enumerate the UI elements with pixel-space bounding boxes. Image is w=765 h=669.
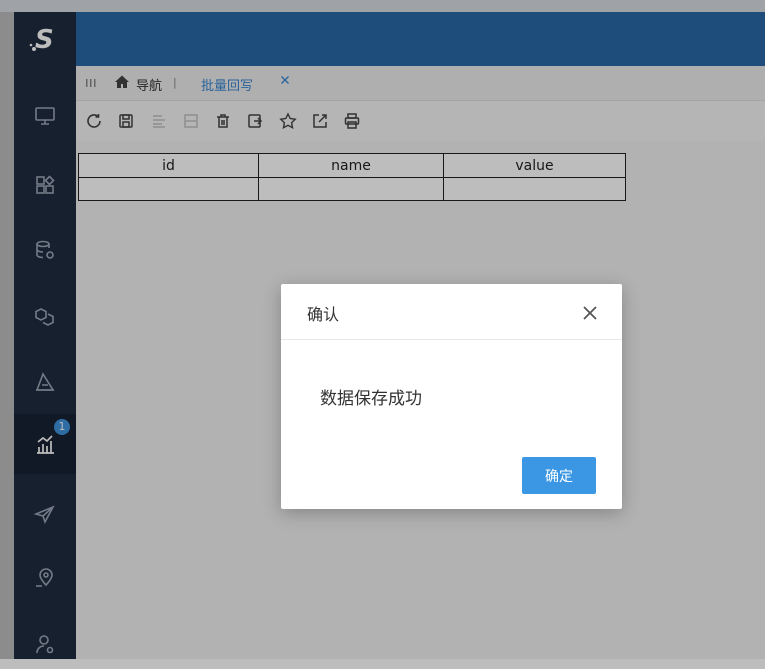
dialog-message: 数据保存成功 xyxy=(320,389,422,409)
dialog-header: 确认 xyxy=(281,284,622,340)
dialog-title: 确认 xyxy=(307,305,340,324)
ok-button[interactable]: 确定 xyxy=(522,457,596,494)
confirm-dialog: 确认 数据保存成功 确定 xyxy=(281,284,622,509)
close-icon[interactable] xyxy=(581,304,599,322)
